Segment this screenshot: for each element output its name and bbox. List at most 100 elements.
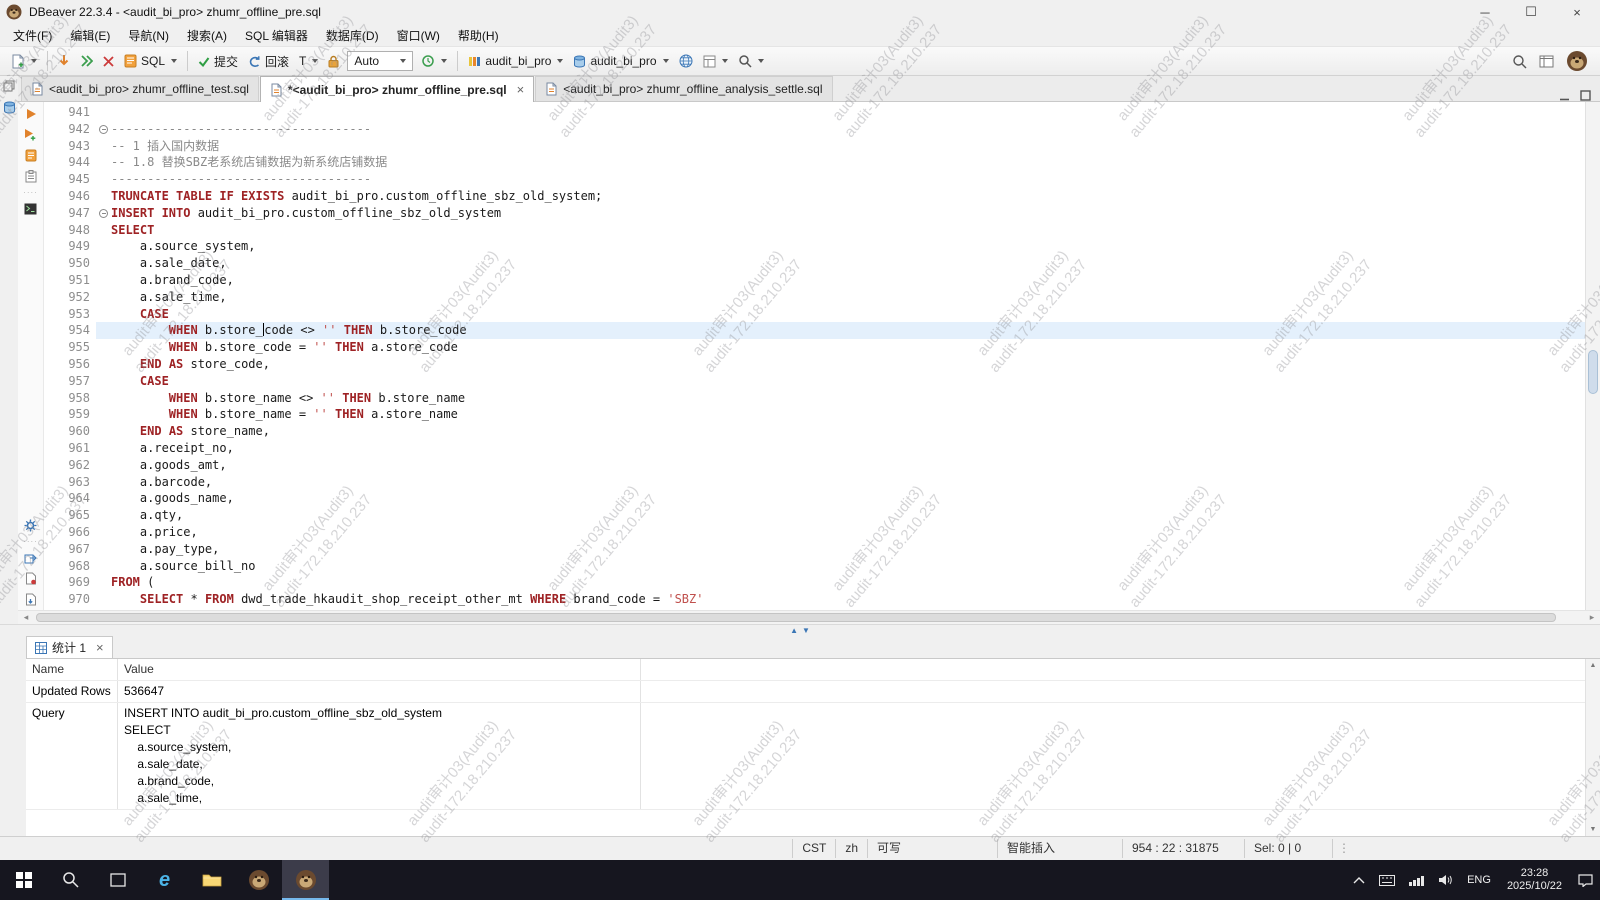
status-writable[interactable]: 可写: [867, 839, 997, 858]
column-header-name[interactable]: Name: [26, 659, 118, 680]
minimize-button[interactable]: ─: [1462, 0, 1508, 24]
code-line-944[interactable]: 944-- 1.8 替换SBZ老系统店铺数据为新系统店铺数据: [44, 154, 1585, 171]
collapse-icon[interactable]: [99, 125, 108, 134]
sash-down-icon[interactable]: ▼: [802, 627, 810, 635]
lock-button[interactable]: [323, 52, 344, 71]
tray-network-button[interactable]: [1402, 860, 1431, 900]
tray-volume-button[interactable]: [1431, 860, 1460, 900]
code-line-958[interactable]: 958 WHEN b.store_name <> '' THEN b.store…: [44, 390, 1585, 407]
database-navigator-icon[interactable]: [3, 101, 16, 114]
terminal-icon[interactable]: [24, 203, 37, 215]
menu-window[interactable]: 窗口(W): [388, 25, 449, 46]
code-line-942[interactable]: 942------------------------------------: [44, 121, 1585, 138]
perspective-icon[interactable]: [1539, 55, 1554, 68]
code-line-966[interactable]: 966 a.price,: [44, 524, 1585, 541]
tab-zhumr-offline-pre[interactable]: *<audit_bi_pro> zhumr_offline_pre.sql ×: [260, 76, 534, 102]
code-line-956[interactable]: 956 END AS store_code,: [44, 356, 1585, 373]
tab-statistics[interactable]: 统计 1 ×: [26, 636, 113, 658]
menu-edit[interactable]: 编辑(E): [61, 25, 119, 46]
auto-commit-select[interactable]: Auto: [347, 51, 413, 71]
row-name-cell[interactable]: Updated Rows: [26, 681, 118, 702]
row-value-cell[interactable]: INSERT INTO audit_bi_pro.custom_offline_…: [118, 703, 641, 809]
editor-vertical-scrollbar[interactable]: [1585, 102, 1600, 610]
code-line-969[interactable]: 969FROM (: [44, 574, 1585, 591]
dbeaver-shortcut[interactable]: [235, 860, 282, 900]
execute-statement-icon[interactable]: [25, 108, 37, 120]
code-line-955[interactable]: 955 WHEN b.store_code = '' THEN a.store_…: [44, 339, 1585, 356]
doc-save-icon[interactable]: [25, 593, 37, 606]
rollback-button[interactable]: 回滚: [243, 50, 294, 73]
editor-horizontal-scrollbar[interactable]: ◂ ▸: [18, 610, 1600, 624]
sql-menu-button[interactable]: SQL: [119, 51, 182, 71]
code-line-947[interactable]: 947INSERT INTO audit_bi_pro.custom_offli…: [44, 205, 1585, 222]
taskbar-search-button[interactable]: [47, 860, 94, 900]
code-line-964[interactable]: 964 a.goods_name,: [44, 490, 1585, 507]
status-selection[interactable]: Sel: 0 | 0: [1244, 839, 1332, 858]
menu-file[interactable]: 文件(F): [4, 25, 61, 46]
code-line-962[interactable]: 962 a.goods_amt,: [44, 457, 1585, 474]
code-area[interactable]: 941942----------------------------------…: [44, 102, 1585, 610]
scrollbar-thumb[interactable]: [1588, 350, 1598, 394]
scroll-up-icon[interactable]: ▲: [1590, 662, 1597, 669]
code-line-963[interactable]: 963 a.barcode,: [44, 474, 1585, 491]
code-line-943[interactable]: 943-- 1 插入国内数据: [44, 138, 1585, 155]
input-language-button[interactable]: ENG: [1460, 860, 1498, 900]
tab-zhumr-offline-test[interactable]: <audit_bi_pro> zhumr_offline_test.sql: [21, 76, 259, 101]
view-minimize-icon[interactable]: [1559, 90, 1570, 101]
view-maximize-icon[interactable]: [1580, 90, 1591, 101]
menu-help[interactable]: 帮助(H): [449, 25, 508, 46]
scroll-left-icon[interactable]: ◂: [18, 612, 34, 623]
panel-sash[interactable]: ▲ ▼: [0, 624, 1600, 636]
menu-database[interactable]: 数据库(D): [317, 25, 388, 46]
restore-panel-icon[interactable]: [3, 80, 15, 92]
maximize-button[interactable]: ☐: [1508, 0, 1554, 24]
statistics-table[interactable]: NameValueUpdated Rows536647QueryINSERT I…: [26, 659, 1585, 836]
clock[interactable]: 23:28 2025/10/22: [1498, 867, 1571, 893]
status-caret-position[interactable]: 954 : 22 : 31875: [1122, 839, 1244, 858]
new-sql-button[interactable]: [6, 51, 42, 72]
task-view-button[interactable]: [94, 860, 141, 900]
code-line-953[interactable]: 953 CASE: [44, 306, 1585, 323]
connection-select[interactable]: audit_bi_pro: [463, 51, 568, 71]
scrollbar-track[interactable]: [34, 611, 1584, 624]
close-button[interactable]: ×: [1554, 0, 1600, 24]
code-line-952[interactable]: 952 a.sale_time,: [44, 289, 1585, 306]
execute-script-button[interactable]: [75, 52, 98, 70]
code-line-951[interactable]: 951 a.brand_code,: [44, 272, 1585, 289]
code-line-967[interactable]: 967 a.pay_type,: [44, 541, 1585, 558]
tray-expand-button[interactable]: [1346, 860, 1372, 900]
explain-plan-icon[interactable]: [25, 170, 37, 183]
panel-tab-close-icon[interactable]: ×: [96, 640, 104, 655]
row-value-cell[interactable]: 536647: [118, 681, 641, 702]
search-menu-button[interactable]: [733, 51, 769, 71]
code-line-946[interactable]: 946TRUNCATE TABLE IF EXISTS audit_bi_pro…: [44, 188, 1585, 205]
menu-sql-editor[interactable]: SQL 编辑器: [236, 25, 317, 46]
status-timezone[interactable]: CST: [792, 839, 835, 858]
quick-search-icon[interactable]: [1512, 54, 1527, 69]
code-line-948[interactable]: 948SELECT: [44, 222, 1585, 239]
ie-shortcut[interactable]: e: [141, 860, 188, 900]
export-data-icon[interactable]: [24, 552, 37, 564]
code-line-954[interactable]: 954 WHEN b.store_code <> '' THEN b.store…: [44, 322, 1585, 339]
doc-error-icon[interactable]: [25, 572, 37, 585]
execute-new-tab-icon[interactable]: [24, 128, 37, 141]
code-line-959[interactable]: 959 WHEN b.store_name = '' THEN a.store_…: [44, 406, 1585, 423]
schema-select[interactable]: audit_bi_pro: [568, 51, 673, 71]
commit-button[interactable]: 提交: [193, 50, 243, 73]
execute-script-strip-icon[interactable]: [25, 149, 37, 162]
row-name-cell[interactable]: Query: [26, 703, 118, 809]
fold-marker[interactable]: [96, 121, 111, 138]
web-button[interactable]: [674, 51, 698, 71]
table-row[interactable]: Updated Rows536647: [26, 681, 1585, 703]
code-line-961[interactable]: 961 a.receipt_no,: [44, 440, 1585, 457]
panel-vertical-scrollbar[interactable]: ▲ ▼: [1585, 659, 1600, 836]
code-line-957[interactable]: 957 CASE: [44, 373, 1585, 390]
tray-keyboard-button[interactable]: [1372, 860, 1402, 900]
menu-search[interactable]: 搜索(A): [178, 25, 236, 46]
code-line-968[interactable]: 968 a.source_bill_no: [44, 558, 1585, 575]
transaction-mode-button[interactable]: T: [294, 51, 323, 71]
fetch-result-button[interactable]: [53, 51, 75, 71]
table-row[interactable]: QueryINSERT INTO audit_bi_pro.custom_off…: [26, 703, 1585, 810]
sash-up-icon[interactable]: ▲: [790, 627, 798, 635]
action-center-button[interactable]: [1571, 860, 1600, 900]
